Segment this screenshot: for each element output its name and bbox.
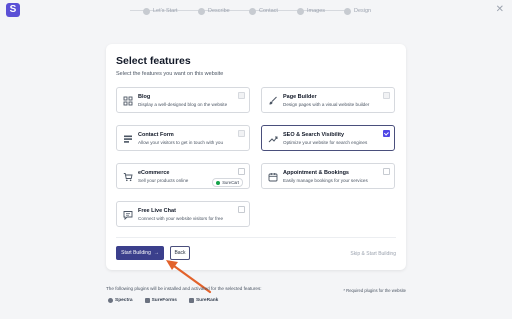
feature-checkbox[interactable] [238,130,245,137]
step-dot [143,7,150,15]
plugin-name: SureForms [151,298,177,303]
feature-desc: Connect with your website visitors for f… [138,216,224,221]
step-describe: Describe [198,6,230,16]
start-building-button[interactable]: Start Building → [116,246,164,260]
plugins-list: Spectra SureForms SureRank [108,298,218,303]
skip-start-building-link[interactable]: Skip & Start Building [350,251,396,257]
form-icon [123,134,133,144]
surecart-logo-icon [216,180,221,185]
step-dot [198,7,205,15]
brush-icon [268,96,278,106]
feature-blog[interactable]: Blog Display a well-designed blog on the… [116,87,250,113]
blog-grid-icon [123,96,133,106]
page-title: Select features [116,55,191,67]
feature-desc: Allow your visitors to get in touch with… [138,140,224,145]
step-label: Contact [259,8,278,14]
step-lets-start: Let's Start [143,6,178,16]
surerank-icon [188,298,194,303]
cart-icon [123,172,133,182]
step-dot [249,7,256,15]
feature-checkbox[interactable] [383,92,390,99]
feature-appointments[interactable]: Appointment & Bookings Easily manage boo… [261,163,395,189]
feature-contact-form[interactable]: Contact Form Allow your visitors to get … [116,125,250,151]
spectra-icon [108,298,113,303]
feature-name: Blog [138,94,151,100]
plugin-sureforms: SureForms [144,298,177,303]
step-label: Design [354,8,372,14]
feature-checkbox[interactable] [238,206,245,213]
feature-checkbox[interactable] [238,168,245,175]
plugin-spectra: Spectra [108,298,133,303]
badge-label: SureCart [222,180,239,185]
step-label: Let's Start [153,8,178,14]
step-images: Images [297,6,325,16]
plugin-badge: SureCart [212,178,243,187]
step-contact: Contact [249,6,278,16]
feature-seo[interactable]: SEO & Search Visibility Optimize your we… [261,125,395,151]
feature-checkbox-checked[interactable] [383,130,390,137]
arrow-right-icon: → [153,250,159,256]
feature-name: Free Live Chat [138,208,176,214]
chat-icon [123,210,133,220]
feature-desc: Display a well-designed blog on the webs… [138,102,228,107]
feature-name: SEO & Search Visibility [283,132,345,138]
feature-page-builder[interactable]: Page Builder Design pages with a visual … [261,87,395,113]
sureforms-icon [144,298,150,303]
page-subtitle: Select the features you want on this web… [116,71,224,77]
feature-desc: Sell your products online [138,178,189,183]
feature-checkbox[interactable] [238,92,245,99]
start-building-label: Start Building [121,250,151,256]
divider [116,237,396,238]
plugins-note: The following plugins will be installed … [106,286,262,291]
feature-name: eCommerce [138,170,170,176]
trend-icon [268,134,278,144]
feature-desc: Optimize your website for search engines [283,140,368,145]
step-dot [297,7,304,15]
feature-desc: Design pages with a visual website build… [283,102,370,107]
feature-name: Appointment & Bookings [283,170,349,176]
progress-steps: Let's Start Describe Contact Images Desi… [0,0,512,22]
plugin-surerank: SureRank [188,298,219,303]
features-card: Select features Select the features you … [106,44,406,270]
calendar-icon [268,172,278,182]
feature-ecommerce[interactable]: eCommerce Sell your products online Sure… [116,163,250,189]
feature-name: Page Builder [283,94,317,100]
back-button[interactable]: Back [170,246,190,260]
plugin-name: SureRank [195,298,219,303]
feature-desc: Easily manage bookings for your services [283,178,368,183]
step-label: Images [307,8,326,14]
feature-checkbox[interactable] [383,168,390,175]
step-dot [344,7,351,15]
feature-name: Contact Form [138,132,174,138]
required-note: * Required plugins for the website [343,288,406,293]
plugin-name: Spectra [115,298,133,303]
step-label: Describe [208,8,230,14]
feature-live-chat[interactable]: Free Live Chat Connect with your website… [116,201,250,227]
step-design: Design [344,6,371,16]
